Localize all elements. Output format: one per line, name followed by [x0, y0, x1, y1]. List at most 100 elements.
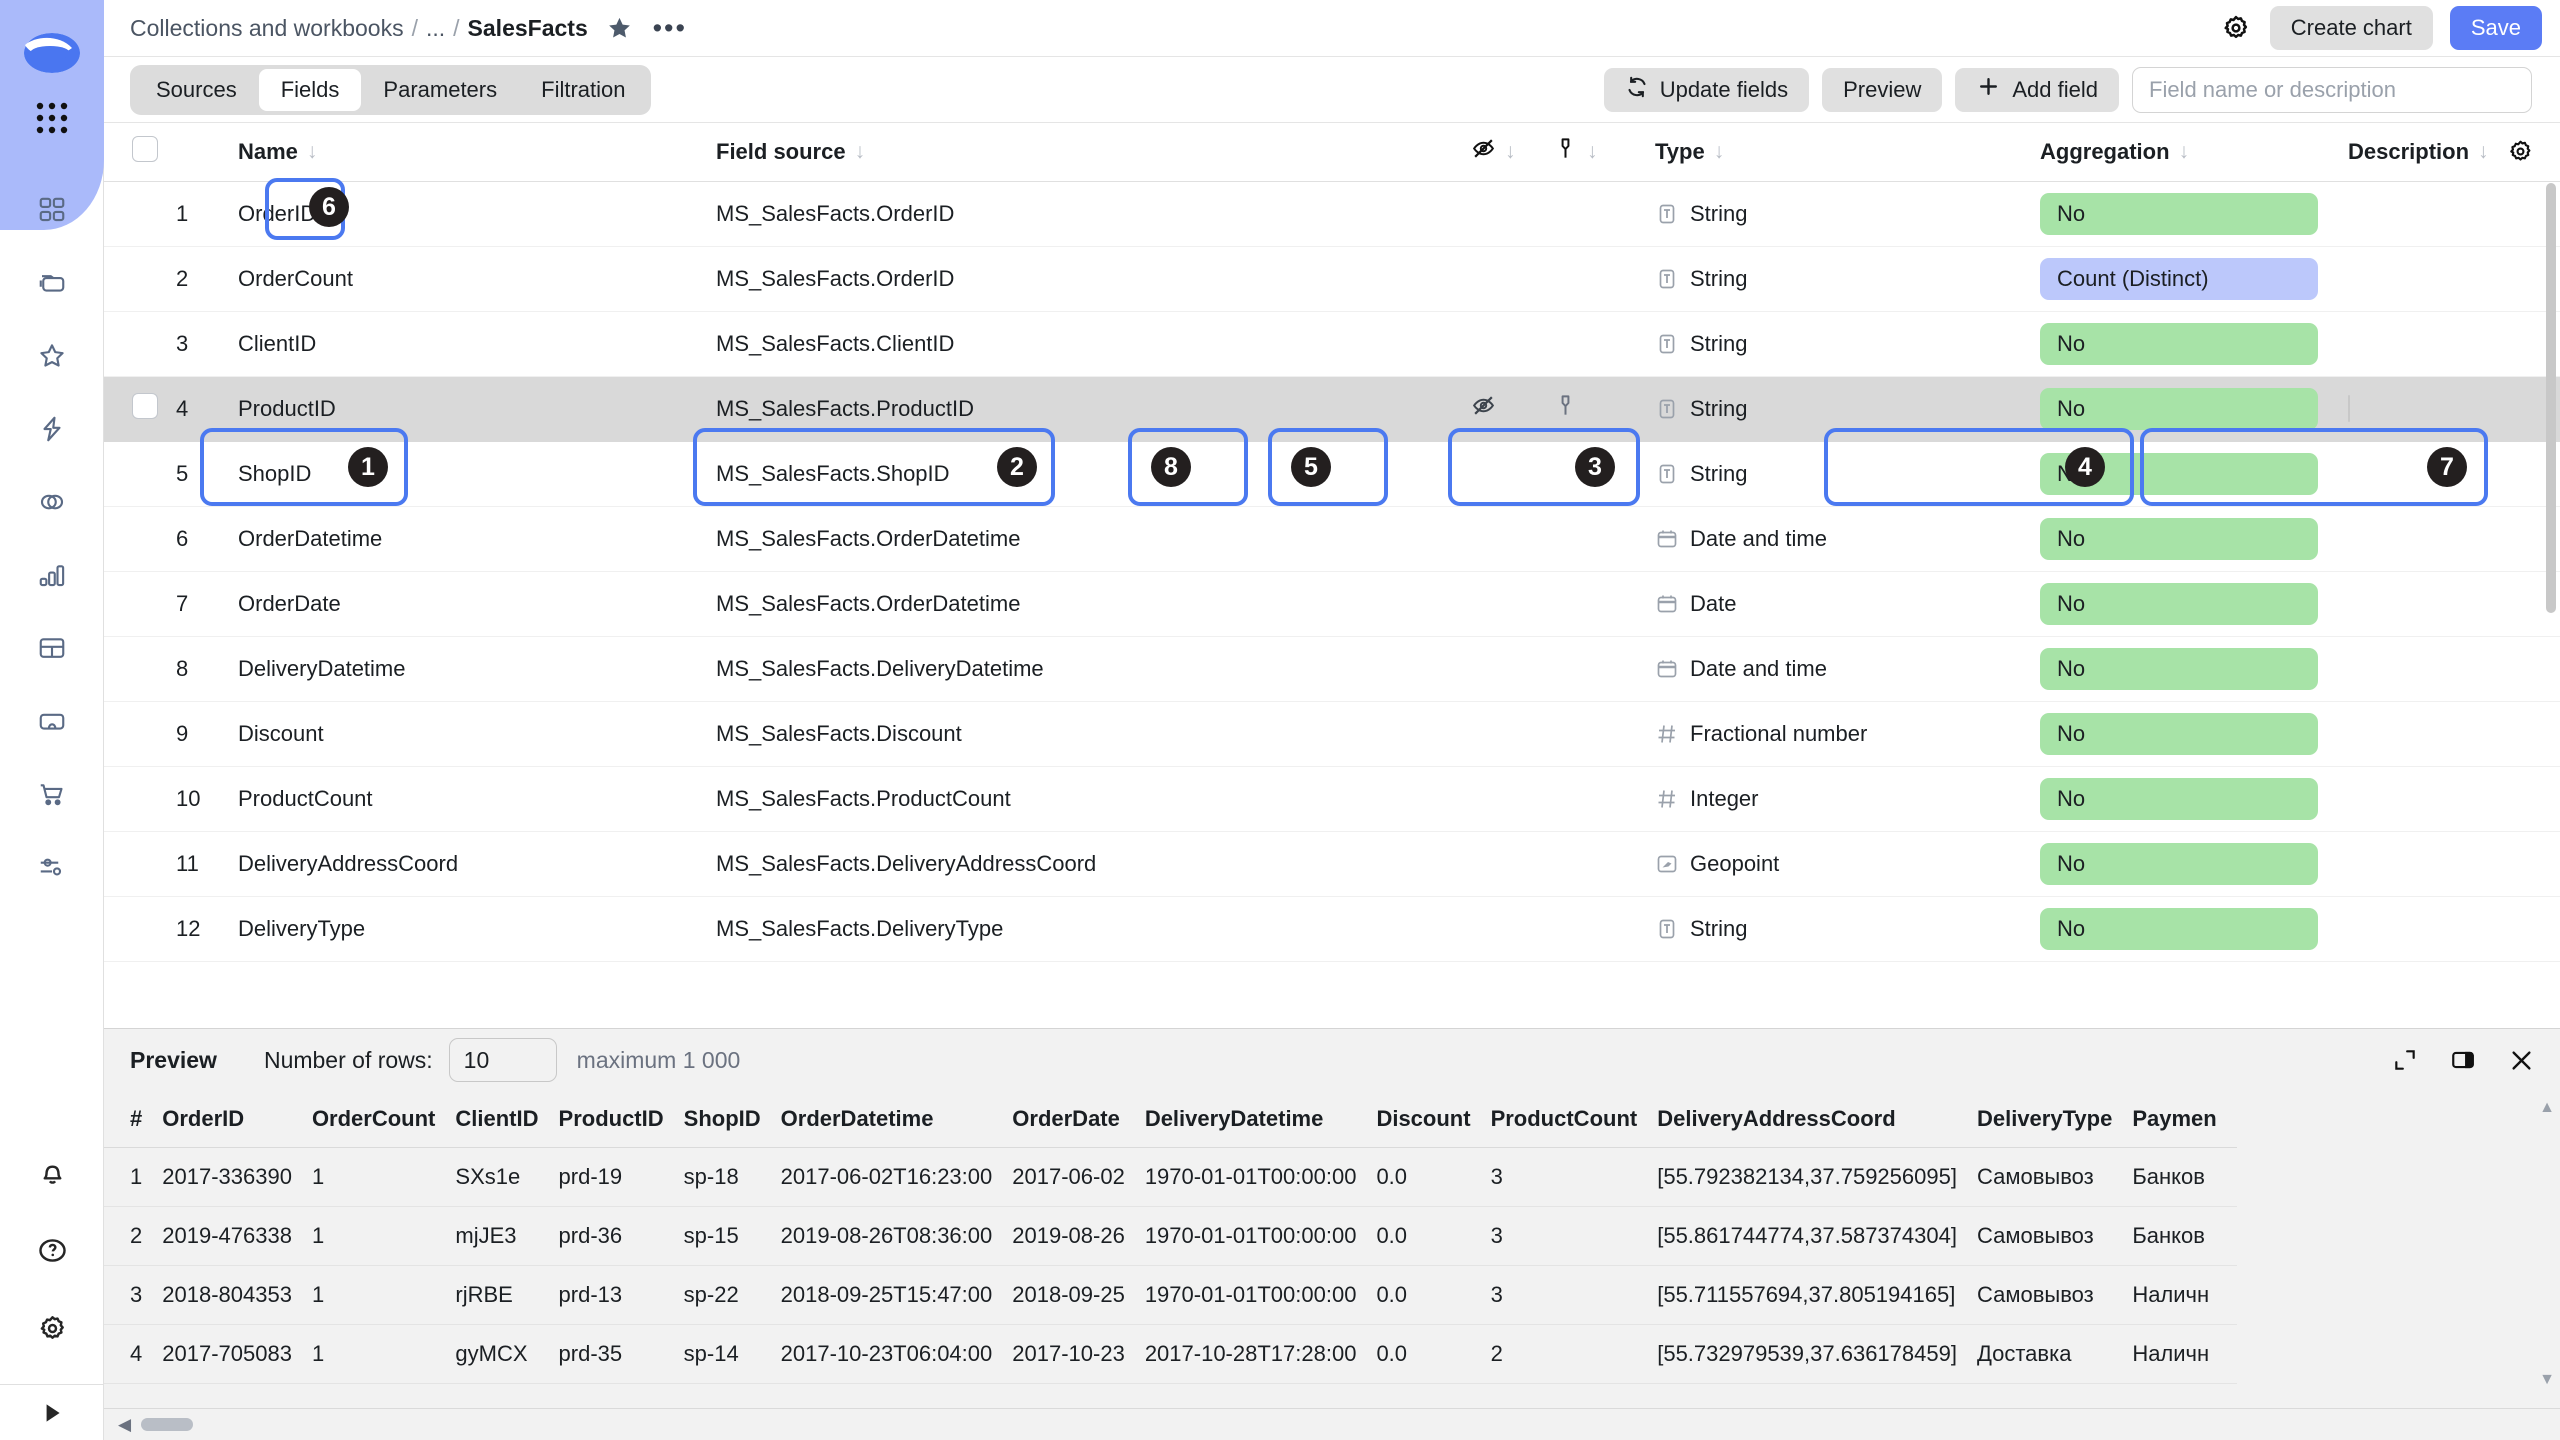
field-aggregation-cell[interactable]: No	[2040, 506, 2348, 572]
field-description-cell[interactable]	[2348, 831, 2560, 897]
field-name-cell[interactable]: OrderDatetime	[238, 506, 716, 572]
field-key-cell[interactable]	[1553, 311, 1655, 377]
table-settings-gear-icon[interactable]	[2507, 138, 2534, 165]
row-checkbox-cell[interactable]	[104, 831, 176, 897]
source-column-sort[interactable]: ↓	[855, 140, 866, 164]
field-source-cell[interactable]: MS_SalesFacts.Discount	[716, 701, 1471, 767]
field-name-cell[interactable]: DeliveryDatetime	[238, 636, 716, 702]
field-key-cell[interactable]	[1553, 376, 1655, 442]
field-type-cell[interactable]: Fractional number	[1655, 701, 2040, 767]
field-name-cell[interactable]: ProductCount	[238, 766, 716, 832]
table-row[interactable]: 8 DeliveryDatetime MS_SalesFacts.DeliveryD…	[104, 636, 2560, 702]
field-source-cell[interactable]: MS_SalesFacts.OrderID	[716, 181, 1471, 247]
row-checkbox-cell[interactable]	[104, 701, 176, 767]
field-key-cell[interactable]	[1553, 766, 1655, 832]
create-chart-button[interactable]: Create chart	[2269, 6, 2433, 50]
name-column-sort[interactable]: ↓	[307, 140, 318, 164]
row-checkbox-cell[interactable]	[104, 506, 176, 572]
table-row[interactable]: 7 OrderDate MS_SalesFacts.OrderDatetime Dat…	[104, 571, 2560, 637]
field-source-cell[interactable]: MS_SalesFacts.ProductID	[716, 376, 1471, 442]
field-description-cell[interactable]	[2348, 311, 2560, 377]
update-fields-button[interactable]: Update fields	[1603, 67, 1810, 112]
table-row[interactable]: 4 ProductID MS_SalesFacts.ProductID String N…	[104, 376, 2560, 442]
sidebar-item-tables[interactable]	[24, 620, 80, 676]
field-source-cell[interactable]: MS_SalesFacts.ProductCount	[716, 766, 1471, 832]
table-row[interactable]: 11 DeliveryAddressCoord MS_SalesFacts.Deli…	[104, 831, 2560, 897]
field-type-cell[interactable]: Date and time	[1655, 636, 2040, 702]
field-hidden-cell[interactable]	[1471, 376, 1553, 442]
field-aggregation-cell[interactable]: No	[2040, 896, 2348, 962]
sidebar-item-storage[interactable]	[24, 693, 80, 749]
row-checkbox-cell[interactable]	[104, 766, 176, 832]
field-key-cell[interactable]	[1553, 246, 1655, 312]
tab-fields[interactable]: Fields	[258, 68, 362, 111]
field-hidden-cell[interactable]	[1471, 636, 1553, 702]
field-hidden-cell[interactable]	[1471, 571, 1553, 637]
field-aggregation-cell[interactable]: No	[2040, 636, 2348, 702]
field-description-cell[interactable]	[2348, 636, 2560, 702]
tab-parameters[interactable]: Parameters	[361, 69, 519, 111]
field-hidden-cell[interactable]	[1471, 181, 1553, 247]
aggregation-pill[interactable]: No	[2040, 647, 2318, 690]
row-checkbox-cell[interactable]	[104, 246, 176, 312]
star-filled-icon[interactable]	[605, 13, 635, 43]
breadcrumb-ellipsis[interactable]: ...	[426, 15, 445, 42]
field-type-cell[interactable]: String	[1655, 311, 2040, 377]
row-checkbox-cell[interactable]	[104, 181, 176, 247]
row-checkbox-cell[interactable]	[104, 376, 176, 442]
sidebar-item-datasets[interactable]	[24, 474, 80, 530]
field-type-cell[interactable]: Geopoint	[1655, 831, 2040, 897]
field-name-cell[interactable]: DeliveryType	[238, 896, 716, 962]
preview-hscroll-thumb[interactable]	[141, 1418, 194, 1431]
expand-icon[interactable]	[2388, 1043, 2422, 1077]
field-description-cell[interactable]	[2348, 181, 2560, 247]
field-source-cell[interactable]: MS_SalesFacts.ClientID	[716, 311, 1471, 377]
field-name-cell[interactable]: OrderCount	[238, 246, 716, 312]
field-name-cell[interactable]: DeliveryAddressCoord	[238, 831, 716, 897]
key-column-header[interactable]: ↓	[1553, 123, 1655, 182]
apps-grid-icon[interactable]	[24, 90, 80, 146]
preview-horizontal-scrollbar[interactable]: ◀	[104, 1408, 2560, 1440]
field-aggregation-cell[interactable]: No	[2040, 831, 2348, 897]
sidebar-item-collections[interactable]	[24, 255, 80, 311]
field-description-cell[interactable]	[2348, 506, 2560, 572]
field-hidden-cell[interactable]	[1471, 441, 1553, 507]
field-description-cell[interactable]	[2348, 571, 2560, 637]
sidebar-item-settings[interactable]	[24, 1300, 80, 1356]
type-column-header[interactable]: Type ↓	[1655, 123, 2040, 182]
aggregation-pill[interactable]: No	[2040, 712, 2318, 755]
field-hidden-cell[interactable]	[1471, 311, 1553, 377]
field-type-cell[interactable]: String	[1655, 376, 2040, 442]
field-key-cell[interactable]	[1553, 636, 1655, 702]
close-icon[interactable]	[2504, 1043, 2538, 1077]
field-name-cell[interactable]: Discount	[238, 701, 716, 767]
field-aggregation-cell[interactable]: No	[2040, 701, 2348, 767]
table-row[interactable]: 10 ProductCount MS_SalesFacts.ProductCount…	[104, 766, 2560, 832]
breadcrumb-root[interactable]: Collections and workbooks	[130, 15, 404, 42]
save-button[interactable]: Save	[2449, 6, 2542, 50]
field-key-cell[interactable]	[1553, 181, 1655, 247]
row-checkbox-cell[interactable]	[104, 311, 176, 377]
preview-hscroll-track[interactable]	[141, 1418, 2546, 1431]
field-description-cell[interactable]	[2348, 246, 2560, 312]
row-checkbox-cell[interactable]	[104, 571, 176, 637]
field-name-cell[interactable]: ProductID	[238, 376, 716, 442]
table-row[interactable]: 6 OrderDatetime MS_SalesFacts.OrderDatetim…	[104, 506, 2560, 572]
description-column-sort[interactable]: ↓	[2478, 140, 2489, 164]
fields-vertical-scrollbar[interactable]	[2546, 183, 2556, 613]
field-description-cell[interactable]	[2348, 376, 2560, 442]
table-row[interactable]: 9 Discount MS_SalesFacts.Discount Fractiona…	[104, 701, 2560, 767]
sidebar-item-help[interactable]	[24, 1222, 80, 1278]
field-source-cell[interactable]: MS_SalesFacts.OrderDatetime	[716, 506, 1471, 572]
table-row[interactable]: 3 ClientID MS_SalesFacts.ClientID String No	[104, 311, 2560, 377]
aggregation-pill[interactable]: Count (Distinct)	[2040, 257, 2318, 300]
scroll-up-arrow[interactable]: ▲	[2539, 1099, 2555, 1117]
field-source-cell[interactable]: MS_SalesFacts.ShopID	[716, 441, 1471, 507]
field-name-cell[interactable]: ShopID	[238, 441, 716, 507]
sidebar-item-dashboards[interactable]	[24, 182, 80, 238]
key-icon[interactable]	[1553, 393, 1578, 418]
sidebar-item-settings-params[interactable]	[24, 839, 80, 895]
search-input[interactable]	[2132, 66, 2532, 113]
expand-rail-icon[interactable]	[0, 1384, 104, 1440]
scroll-down-arrow[interactable]: ▼	[2539, 1371, 2555, 1389]
